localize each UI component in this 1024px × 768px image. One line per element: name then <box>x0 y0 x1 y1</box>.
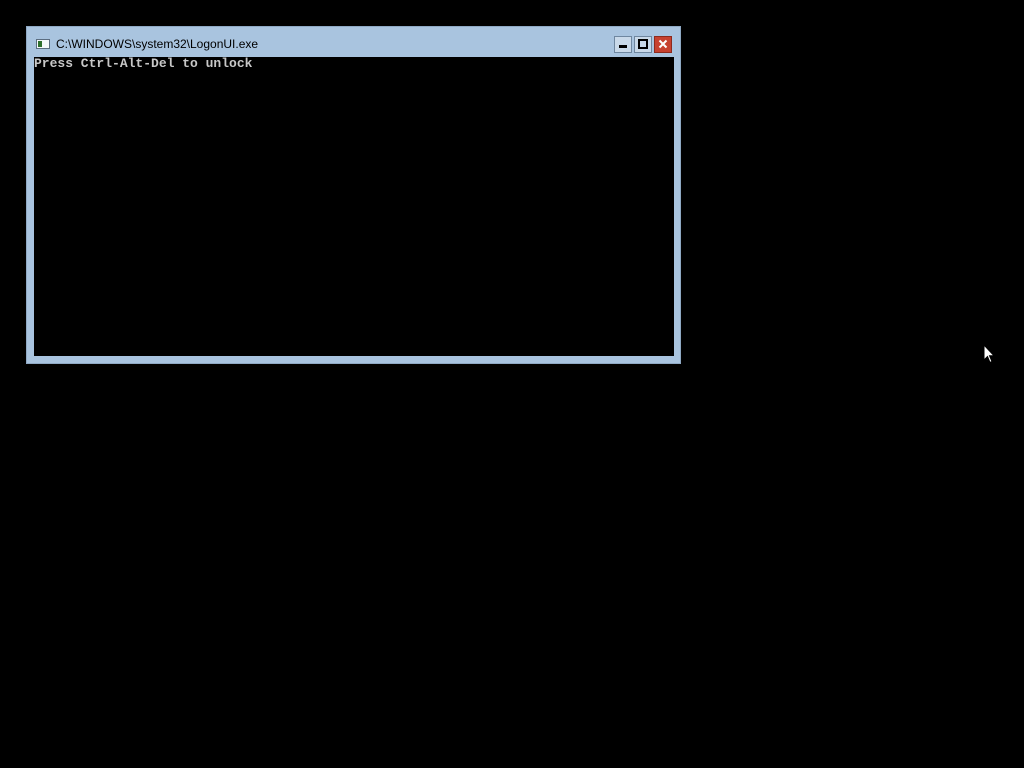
mouse-cursor-icon <box>983 344 995 364</box>
minimize-button[interactable] <box>614 36 632 53</box>
console-line: Press Ctrl-Alt-Del to unlock <box>34 56 253 71</box>
maximize-button[interactable] <box>634 36 652 53</box>
window-title: C:\WINDOWS\system32\LogonUI.exe <box>56 37 259 51</box>
minimize-icon <box>619 45 627 48</box>
console-window[interactable]: C:\WINDOWS\system32\LogonUI.exe Press Ct… <box>26 26 681 364</box>
maximize-icon <box>638 39 648 49</box>
close-icon <box>658 39 668 49</box>
console-output[interactable]: Press Ctrl-Alt-Del to unlock <box>34 57 674 356</box>
close-button[interactable] <box>654 36 672 53</box>
title-bar[interactable]: C:\WINDOWS\system32\LogonUI.exe <box>27 27 680 57</box>
console-window-icon[interactable] <box>36 39 50 49</box>
